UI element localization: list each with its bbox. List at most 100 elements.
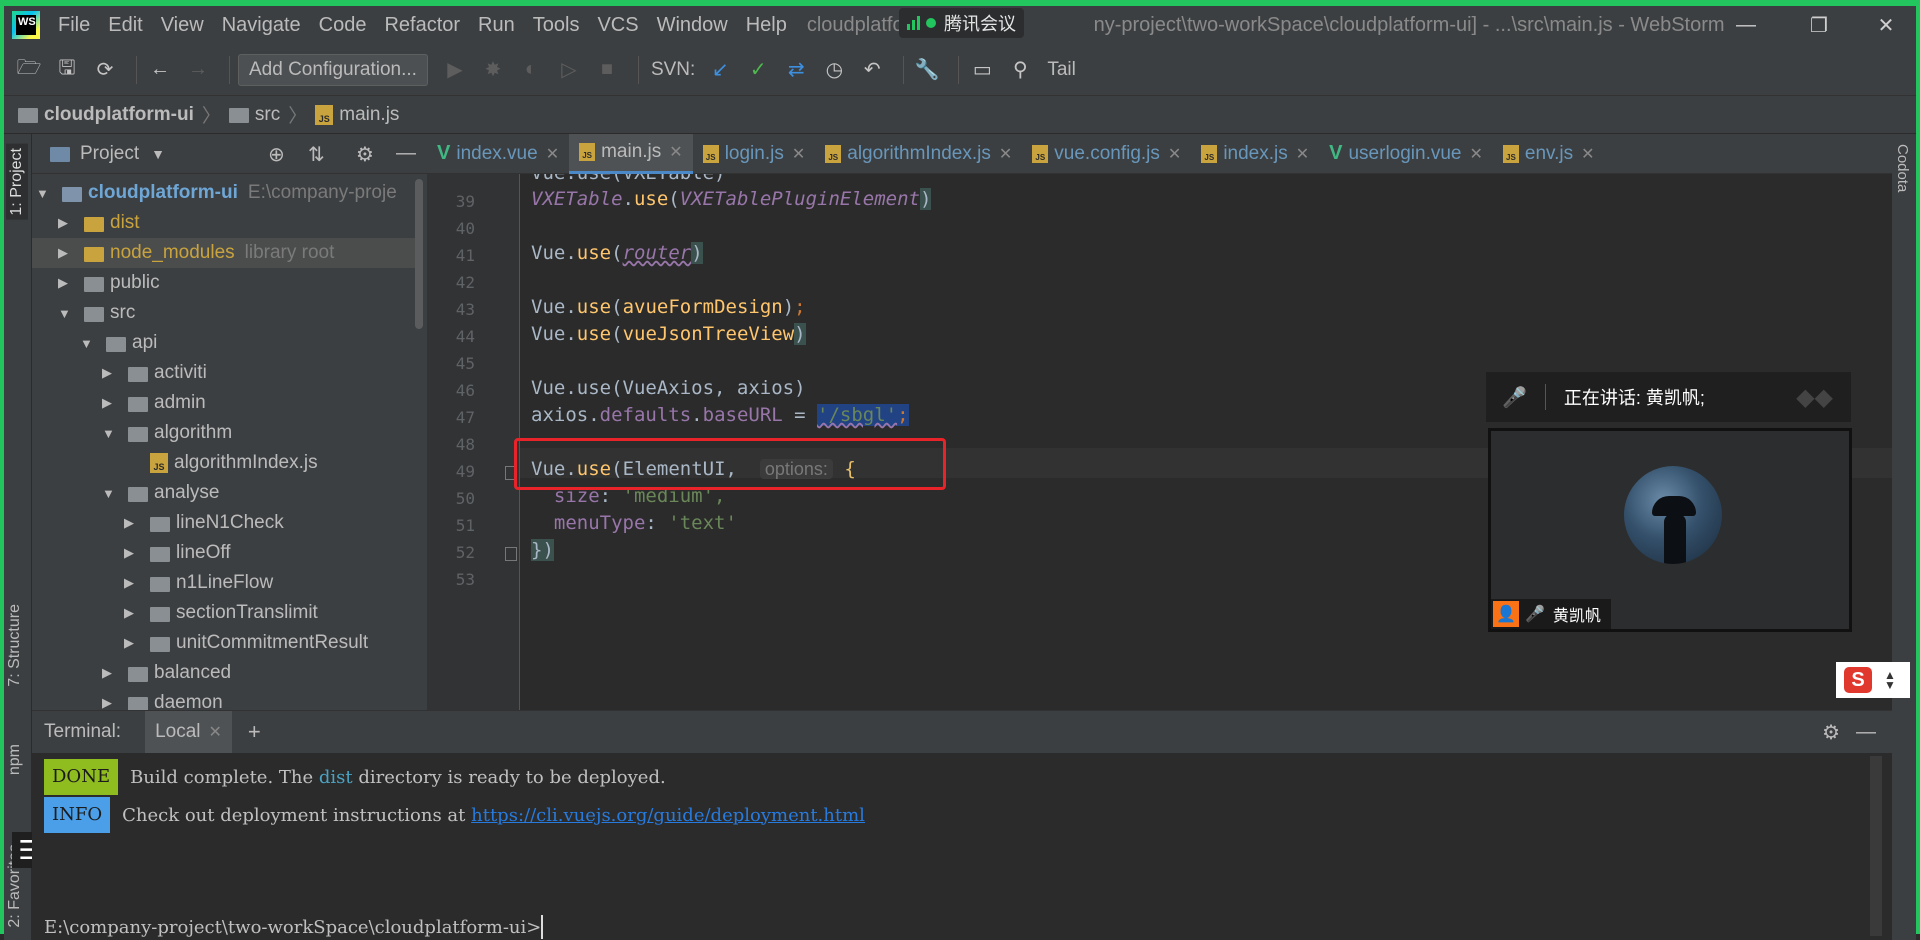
editor-tab[interactable]: JS vue.config.js ✕ xyxy=(1022,134,1191,174)
tree-item[interactable]: ▶ lineOff xyxy=(32,538,415,568)
chevron-right-icon[interactable]: ▶ xyxy=(102,665,118,681)
editor-tab[interactable]: JS algorithmIndex.js ✕ xyxy=(815,134,1022,174)
chevron-right-icon[interactable]: ▶ xyxy=(102,695,118,711)
microphone-icon[interactable]: 🎤 xyxy=(1502,385,1527,410)
menu-edit[interactable]: Edit xyxy=(108,14,142,37)
chevron-down-icon[interactable]: ▼ xyxy=(102,486,118,501)
menu-view[interactable]: View xyxy=(161,14,204,37)
editor-tab[interactable]: JS main.js ✕ xyxy=(569,133,693,174)
gear-icon[interactable]: ⚙ xyxy=(356,142,374,167)
tree-item[interactable]: ▶ lineN1Check xyxy=(32,508,415,538)
chevron-right-icon[interactable]: ▶ xyxy=(58,275,74,291)
close-tab-icon[interactable]: ✕ xyxy=(792,144,805,164)
breadcrumb-file[interactable]: main.js xyxy=(339,104,399,126)
tree-item[interactable]: ▶ admin xyxy=(32,388,415,418)
tool-tab-codota[interactable]: Codota xyxy=(1894,144,1911,192)
close-tab-icon[interactable]: ✕ xyxy=(1581,144,1594,164)
revert-icon[interactable]: ↶ xyxy=(857,55,887,85)
tree-item[interactable]: ▶ activiti xyxy=(32,358,415,388)
tool-tab-project[interactable]: 1: Project xyxy=(6,144,28,220)
save-icon[interactable]: 🖫 xyxy=(52,55,82,85)
tree-item[interactable]: ▶ unitCommitmentResult xyxy=(32,628,415,658)
add-configuration-button[interactable]: Add Configuration... xyxy=(238,53,428,86)
chevron-down-icon[interactable]: ▼ xyxy=(36,186,52,201)
tree-item[interactable]: ▶ dist xyxy=(32,208,415,238)
terminal-tab-local[interactable]: Local ✕ xyxy=(145,711,232,753)
settings-wrench-icon[interactable]: 🔧 xyxy=(912,55,942,85)
tree-item[interactable]: ▶ n1LineFlow xyxy=(32,568,415,598)
tree-item[interactable]: ▼ analyse xyxy=(32,478,415,508)
chevron-right-icon[interactable]: ▶ xyxy=(58,215,74,231)
menu-navigate[interactable]: Navigate xyxy=(222,14,301,37)
menu-run[interactable]: Run xyxy=(478,14,515,37)
stop-icon[interactable]: ■ xyxy=(592,55,622,85)
menu-tools[interactable]: Tools xyxy=(533,14,580,37)
chevron-right-icon[interactable]: ▶ xyxy=(124,515,140,531)
chevron-down-icon[interactable]: ▼ xyxy=(80,336,96,351)
chevron-right-icon[interactable]: ▶ xyxy=(58,245,74,261)
new-terminal-icon[interactable]: + xyxy=(248,719,261,745)
svn-compare-icon[interactable]: ⇄ xyxy=(781,55,811,85)
open-folder-icon[interactable]: 🗁 xyxy=(14,55,44,85)
close-tab-icon[interactable]: ✕ xyxy=(546,144,559,164)
close-tab-icon[interactable]: ✕ xyxy=(209,722,222,742)
tree-item[interactable]: ▼ api xyxy=(32,328,415,358)
sogou-input-widget[interactable]: S ▲ ▼ xyxy=(1836,662,1910,698)
scrollbar[interactable] xyxy=(415,179,423,329)
breadcrumb-project[interactable]: cloudplatform-ui xyxy=(44,104,194,126)
chevron-right-icon[interactable]: ▶ xyxy=(102,395,118,411)
chevron-down-icon[interactable]: ▼ xyxy=(102,426,118,441)
close-tab-icon[interactable]: ✕ xyxy=(999,144,1012,164)
debug-icon[interactable]: ✸ xyxy=(478,55,508,85)
chevron-right-icon[interactable]: ▶ xyxy=(124,575,140,591)
chevron-right-icon[interactable]: ▶ xyxy=(124,545,140,561)
run-icon[interactable]: ▶ xyxy=(440,55,470,85)
tree-item[interactable]: ▼ cloudplatform-ui E:\company-proje xyxy=(32,178,415,208)
terminal-prompt[interactable]: E:\company-project\two-workSpace\cloudpl… xyxy=(44,915,544,939)
tool-tab-structure[interactable]: 7: Structure xyxy=(6,604,24,687)
menu-vcs[interactable]: VCS xyxy=(597,14,638,37)
tree-item[interactable]: ▼ src xyxy=(32,298,415,328)
chevron-down-icon[interactable]: ▼ xyxy=(58,306,74,321)
history-icon[interactable]: ◷ xyxy=(819,55,849,85)
close-tab-icon[interactable]: ✕ xyxy=(1296,144,1309,164)
menu-file[interactable]: File xyxy=(58,14,90,37)
collapse-all-icon[interactable]: ⇅ xyxy=(308,142,325,167)
tree-item[interactable]: ▶ public xyxy=(32,268,415,298)
sync-icon[interactable]: ⟳ xyxy=(90,55,120,85)
close-tab-icon[interactable]: ✕ xyxy=(1168,144,1181,164)
tail-button[interactable]: Tail xyxy=(1047,59,1076,81)
meeting-indicator[interactable]: 腾讯会议 xyxy=(899,8,1024,38)
menu-help[interactable]: Help xyxy=(746,14,787,37)
tree-item[interactable]: ▶ node_modules library root xyxy=(32,238,415,268)
svn-update-icon[interactable]: ↙ xyxy=(705,55,735,85)
editor-tab[interactable]: Vuserlogin.vue ✕ xyxy=(1319,134,1493,174)
close-button[interactable]: ✕ xyxy=(1856,6,1916,44)
editor-tab[interactable]: Vindex.vue ✕ xyxy=(427,134,569,174)
coverage-icon[interactable]: ◐ xyxy=(516,55,546,85)
terminal-icon[interactable]: ▭ xyxy=(967,55,997,85)
tree-item[interactable]: ▶ sectionTranslimit xyxy=(32,598,415,628)
search-icon[interactable]: ⚲ xyxy=(1005,55,1035,85)
chevron-right-icon[interactable]: ▶ xyxy=(102,365,118,381)
breadcrumb-src[interactable]: src xyxy=(255,104,280,126)
expand-icon[interactable]: ▲ ▼ xyxy=(1884,669,1896,691)
deployment-link[interactable]: https://cli.vuejs.org/guide/deployment.h… xyxy=(471,805,865,826)
svn-commit-icon[interactable]: ✓ xyxy=(743,55,773,85)
tree-item[interactable]: JS algorithmIndex.js xyxy=(32,448,415,478)
tool-tab-npm[interactable]: npm xyxy=(6,744,24,775)
chevron-down-icon[interactable]: ▼ xyxy=(151,146,165,162)
menu-window[interactable]: Window xyxy=(657,14,728,37)
editor-tab[interactable]: JS index.js ✕ xyxy=(1191,134,1319,174)
menu-refactor[interactable]: Refactor xyxy=(384,14,460,37)
profile-icon[interactable]: ▷ xyxy=(554,55,584,85)
hide-icon[interactable]: — xyxy=(396,142,416,165)
project-panel-title[interactable]: Project xyxy=(80,143,139,165)
menu-code[interactable]: Code xyxy=(319,14,367,37)
editor-tab[interactable]: JS env.js ✕ xyxy=(1493,134,1605,174)
locate-icon[interactable]: ⊕ xyxy=(268,142,285,167)
tree-item[interactable]: ▶ balanced xyxy=(32,658,415,688)
fold-icon[interactable] xyxy=(505,547,517,561)
editor-tab[interactable]: JS login.js ✕ xyxy=(693,134,816,174)
back-icon[interactable]: ← xyxy=(145,55,175,85)
